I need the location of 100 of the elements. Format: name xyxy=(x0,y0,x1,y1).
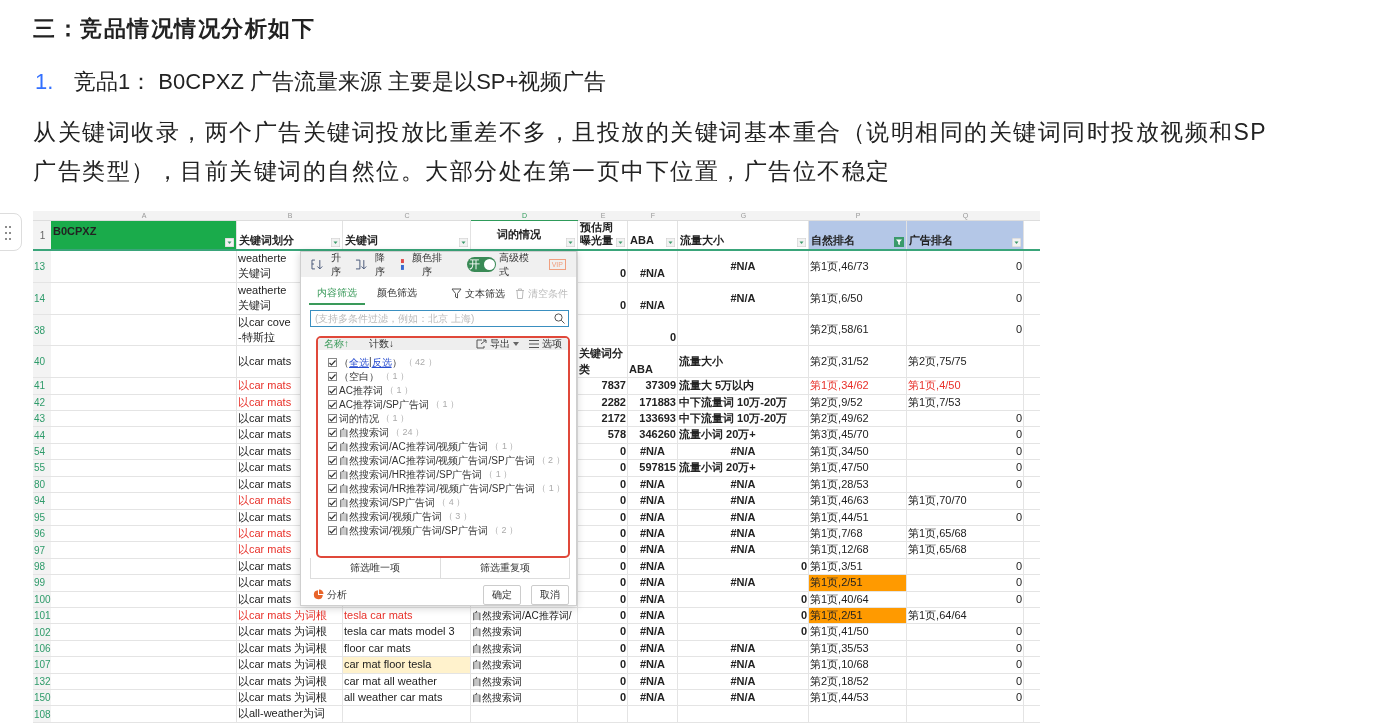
table-cell: #N/A xyxy=(628,542,678,558)
filter-active-icon[interactable] xyxy=(894,237,904,247)
export-icon xyxy=(476,338,487,349)
caret-icon xyxy=(513,341,519,346)
table-cell: #N/A xyxy=(628,673,678,689)
table-cell: 第2页,18/52 xyxy=(809,673,907,689)
dialog-button[interactable]: 取消 xyxy=(531,585,569,605)
table-cell: 0 xyxy=(907,657,1024,673)
table-cell: 0 xyxy=(578,476,628,493)
table-cell: 第1页,65/68 xyxy=(907,542,1024,558)
table-cell: 0 xyxy=(578,282,628,314)
menu-icon xyxy=(529,339,539,348)
table-cell: 0 xyxy=(907,673,1024,689)
column-header[interactable]: B0CPXZ xyxy=(51,221,237,249)
option-count: （ 2 ） xyxy=(489,524,518,538)
table-cell: #N/A xyxy=(678,282,809,314)
funnel-icon xyxy=(451,288,462,300)
table-cell: 0 xyxy=(678,591,809,607)
table-cell: 流量大 5万以内 xyxy=(678,378,809,394)
table-cell: 0 xyxy=(907,575,1024,591)
checkbox[interactable] xyxy=(328,358,337,368)
table-cell: 346260 xyxy=(628,427,678,443)
table-cell: #N/A xyxy=(628,443,678,460)
color-sort-icon xyxy=(399,259,405,270)
checkbox[interactable] xyxy=(328,470,337,480)
column-header[interactable]: 关键词 xyxy=(343,221,471,249)
checkbox[interactable] xyxy=(328,442,337,452)
table-cell: 自然搜索词/AC推荐词/ xyxy=(471,607,578,624)
checkbox[interactable] xyxy=(328,498,337,508)
row-number: 97 xyxy=(33,542,51,558)
column-header[interactable]: ABA xyxy=(628,221,678,249)
table-cell: 第1页,70/70 xyxy=(907,493,1024,509)
table-cell: 第1页,3/51 xyxy=(809,558,907,575)
option-count: （ 4 ） xyxy=(437,496,466,510)
table-cell: #N/A xyxy=(628,525,678,542)
toggle-switch[interactable]: 开 xyxy=(466,257,497,272)
table-cell: 0 xyxy=(578,591,628,607)
table-cell: 自然搜索词 xyxy=(471,689,578,706)
table-cell: 第1页,40/64 xyxy=(809,591,907,607)
tab[interactable]: 颜色筛选 xyxy=(369,283,425,305)
table-cell: #N/A xyxy=(678,640,809,657)
option-link[interactable]: 反选 xyxy=(371,355,392,370)
checkbox[interactable] xyxy=(328,512,337,522)
checkbox[interactable] xyxy=(328,456,337,466)
table-cell: 0 xyxy=(578,657,628,673)
table-cell: #N/A xyxy=(678,509,809,525)
table-cell: 0 xyxy=(907,640,1024,657)
option-count: （ 2 ） xyxy=(536,454,565,468)
column-header[interactable]: 自然排名 xyxy=(809,221,907,249)
table-cell: 0 xyxy=(907,314,1024,346)
option-count: （ 1 ） xyxy=(490,440,519,454)
table-cell: 第1页,41/50 xyxy=(809,624,907,640)
paragraph: 从关键词收录，两个广告关键词投放比重差不多，且投放的关键词基本重合（说明相同的关键词同时投放视频和SP广告类型），目前关键词的自然位。大部分处在第一页中下位置，广告位不稳定 xyxy=(33,118,1269,186)
column-header[interactable]: 流量大小 xyxy=(678,221,809,249)
count-sort-button[interactable]: 计数↓ xyxy=(369,337,394,351)
table-cell: 流量小词 20万+ xyxy=(678,427,809,443)
table-cell: 0 xyxy=(578,624,628,640)
checkbox[interactable] xyxy=(328,386,337,396)
column-header[interactable]: 关键词划分 xyxy=(237,221,343,249)
checkbox[interactable] xyxy=(328,484,337,494)
option-count: （ 1 ） xyxy=(381,412,409,426)
option-link[interactable]: 全选 xyxy=(349,355,369,370)
table-cell: 0 xyxy=(578,525,628,542)
table-cell: 第1页,46/73 xyxy=(809,251,907,282)
dialog-button[interactable]: 确定 xyxy=(483,585,521,605)
table-cell: 以car mats 为词根 xyxy=(237,640,343,657)
table-cell: 0 xyxy=(678,558,809,575)
export-button[interactable]: 导出 xyxy=(476,337,519,351)
table-cell: #N/A xyxy=(628,591,678,607)
column-header[interactable]: 广告排名 xyxy=(907,221,1024,249)
table-cell: 第1页,44/53 xyxy=(809,689,907,706)
table-cell: 第1页,34/50 xyxy=(809,443,907,460)
sort-button[interactable]: 颜色排序 xyxy=(399,250,447,279)
checkbox[interactable] xyxy=(328,400,337,410)
checkbox[interactable] xyxy=(328,372,337,382)
table-cell: tesla car mats model 3 xyxy=(343,624,471,640)
toggle-label: 高级模式 xyxy=(499,250,531,279)
text-filter-button[interactable]: 文本筛选 xyxy=(451,286,505,305)
checkbox[interactable] xyxy=(328,428,337,438)
table-cell: 以car mats 为词根 xyxy=(237,607,343,624)
checkbox[interactable] xyxy=(328,414,337,424)
column-header[interactable]: 预估周曝光量 xyxy=(578,221,628,249)
header-label: 预估周曝光量 xyxy=(580,221,614,247)
column-header[interactable]: 词的情况 xyxy=(471,221,578,249)
sort-button[interactable]: 降序 xyxy=(355,250,390,279)
sort-button[interactable]: 升序 xyxy=(311,250,346,279)
table-cell: #N/A xyxy=(678,657,809,673)
drag-handle[interactable] xyxy=(0,213,22,251)
table-cell: #N/A xyxy=(628,509,678,525)
table-cell: 0 xyxy=(907,443,1024,460)
table-cell: 第1页,46/63 xyxy=(809,493,907,509)
table-cell: #N/A xyxy=(628,558,678,575)
table-cell: 597815 xyxy=(628,460,678,476)
table-cell: #N/A xyxy=(628,251,678,282)
table-cell: #N/A xyxy=(628,640,678,657)
table-cell: 第1页,47/50 xyxy=(809,460,907,476)
row-number: 99 xyxy=(33,575,51,591)
options-button[interactable]: 选项 xyxy=(529,337,562,351)
tab[interactable]: 内容筛选 xyxy=(309,283,365,305)
checkbox[interactable] xyxy=(328,526,337,536)
